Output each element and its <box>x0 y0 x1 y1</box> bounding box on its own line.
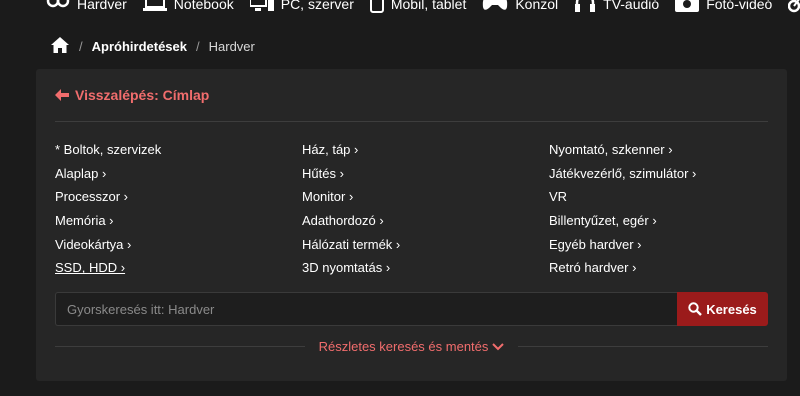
hardware-icon <box>46 0 70 16</box>
category-link[interactable]: Adathordozó › <box>302 209 400 233</box>
category-link[interactable]: 3D nyomtatás › <box>302 256 400 280</box>
gamepad-icon <box>482 0 508 16</box>
category-link[interactable]: Hálózati termék › <box>302 232 400 256</box>
category-column-3: Nyomtató, szkenner › Játékvezérlő, szimu… <box>549 138 696 280</box>
nav-item-more[interactable] <box>788 0 800 16</box>
nav-item-konzol[interactable]: Konzol <box>482 0 558 16</box>
nav-item-label: Mobil, tablet <box>390 0 467 12</box>
category-link[interactable]: SSD, HDD › <box>55 256 161 280</box>
nav-item-label: Notebook <box>173 0 234 12</box>
nav-item-mobil-tablet[interactable]: Mobil, tablet <box>369 0 467 16</box>
breadcrumb-separator: / <box>196 38 200 54</box>
breadcrumb-separator: / <box>79 38 83 54</box>
bicycle-icon <box>788 0 800 16</box>
back-link[interactable]: Visszalépés: Címlap <box>55 87 209 103</box>
nav-item-tv-audio[interactable]: TV-audió <box>574 0 659 16</box>
nav-item-pc-szerver[interactable]: PC, szerver <box>248 0 354 16</box>
nav-item-label: Hardver <box>77 0 127 12</box>
category-link[interactable]: Egyéb hardver › <box>549 232 696 256</box>
category-link[interactable]: Retró hardver › <box>549 256 696 280</box>
breadcrumb: / Apróhirdetések / Hardver <box>50 36 255 56</box>
advanced-search-link[interactable]: Részletes keresés és mentés <box>55 339 768 354</box>
search-button-label: Keresés <box>706 301 757 317</box>
top-navigation: Hardver Notebook PC, szerver Mobil, tabl… <box>0 0 800 16</box>
chevron-down-icon <box>492 342 505 350</box>
category-link[interactable]: VR <box>549 185 696 209</box>
nav-item-label: TV-audió <box>603 0 660 12</box>
search-button[interactable]: Keresés <box>677 292 768 326</box>
category-column-1: * Boltok, szervizek Alaplap › Processzor… <box>55 138 161 280</box>
mobile-icon <box>369 0 384 16</box>
advanced-search: Részletes keresés és mentés <box>55 339 768 354</box>
desktop-icon <box>248 0 274 16</box>
quick-search: Keresés <box>55 292 768 326</box>
laptop-icon <box>142 0 167 16</box>
category-link[interactable]: Processzor › <box>55 185 161 209</box>
category-link[interactable]: Alaplap › <box>55 162 161 186</box>
search-input[interactable] <box>55 292 677 326</box>
search-icon <box>688 302 703 316</box>
breadcrumb-hardver: Hardver <box>208 38 255 54</box>
nav-item-notebook[interactable]: Notebook <box>142 0 234 16</box>
home-icon[interactable] <box>50 36 70 57</box>
nav-item-label: PC, szerver <box>280 0 354 12</box>
divider <box>55 121 768 122</box>
category-panel: Visszalépés: Címlap * Boltok, szervizek … <box>36 69 787 381</box>
category-link[interactable]: Memória › <box>55 209 161 233</box>
category-column-2: Ház, táp › Hűtés › Monitor › Adathordozó… <box>302 138 400 280</box>
category-link[interactable]: Billentyűzet, egér › <box>549 209 696 233</box>
nav-item-foto-video[interactable]: Fotó-videó <box>675 0 772 16</box>
camera-icon <box>675 0 700 16</box>
category-link[interactable]: Videokártya › <box>55 232 161 256</box>
category-link[interactable]: * Boltok, szervizek <box>55 138 161 162</box>
nav-item-hardver[interactable]: Hardver <box>46 0 127 16</box>
nav-item-label: Konzol <box>515 0 559 12</box>
category-link[interactable]: Játékvezérlő, szimulátor › <box>549 162 696 186</box>
advanced-search-label: Részletes keresés és mentés <box>318 339 489 354</box>
headphones-icon <box>574 0 596 16</box>
category-link[interactable]: Nyomtató, szkenner › <box>549 138 696 162</box>
nav-item-label: Fotó-videó <box>706 0 773 12</box>
category-link[interactable]: Monitor › <box>302 185 400 209</box>
back-link-label: Visszalépés: Címlap <box>75 87 210 103</box>
arrow-left-icon <box>55 89 69 101</box>
category-link[interactable]: Ház, táp › <box>302 138 400 162</box>
breadcrumb-apróhirdetések[interactable]: Apróhirdetések <box>92 39 187 54</box>
category-link[interactable]: Hűtés › <box>302 162 400 186</box>
